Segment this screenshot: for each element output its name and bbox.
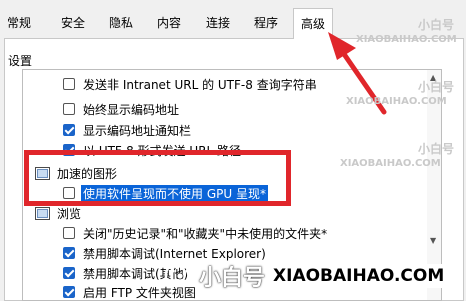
broadcast-icon [165, 265, 195, 287]
brand-name: 小白号 [199, 266, 266, 291]
watermark-url-text: XIAOBAIHAO.COM [340, 158, 441, 169]
watermark-logo-text: 小白号 [418, 80, 455, 94]
brand-domain: XIAOBAIHAO.COM [269, 264, 449, 288]
watermark-url-text: XIAOBAIHAO.COM [346, 96, 447, 107]
watermark-logo-text: 小白号 [418, 142, 455, 156]
watermark-url-text: XIAOBAIHAO.COM [356, 34, 457, 45]
watermark-brand: 小白号 XIAOBAIHAO.COM [165, 257, 449, 295]
watermark-logo-text: 小白号 [418, 18, 455, 32]
